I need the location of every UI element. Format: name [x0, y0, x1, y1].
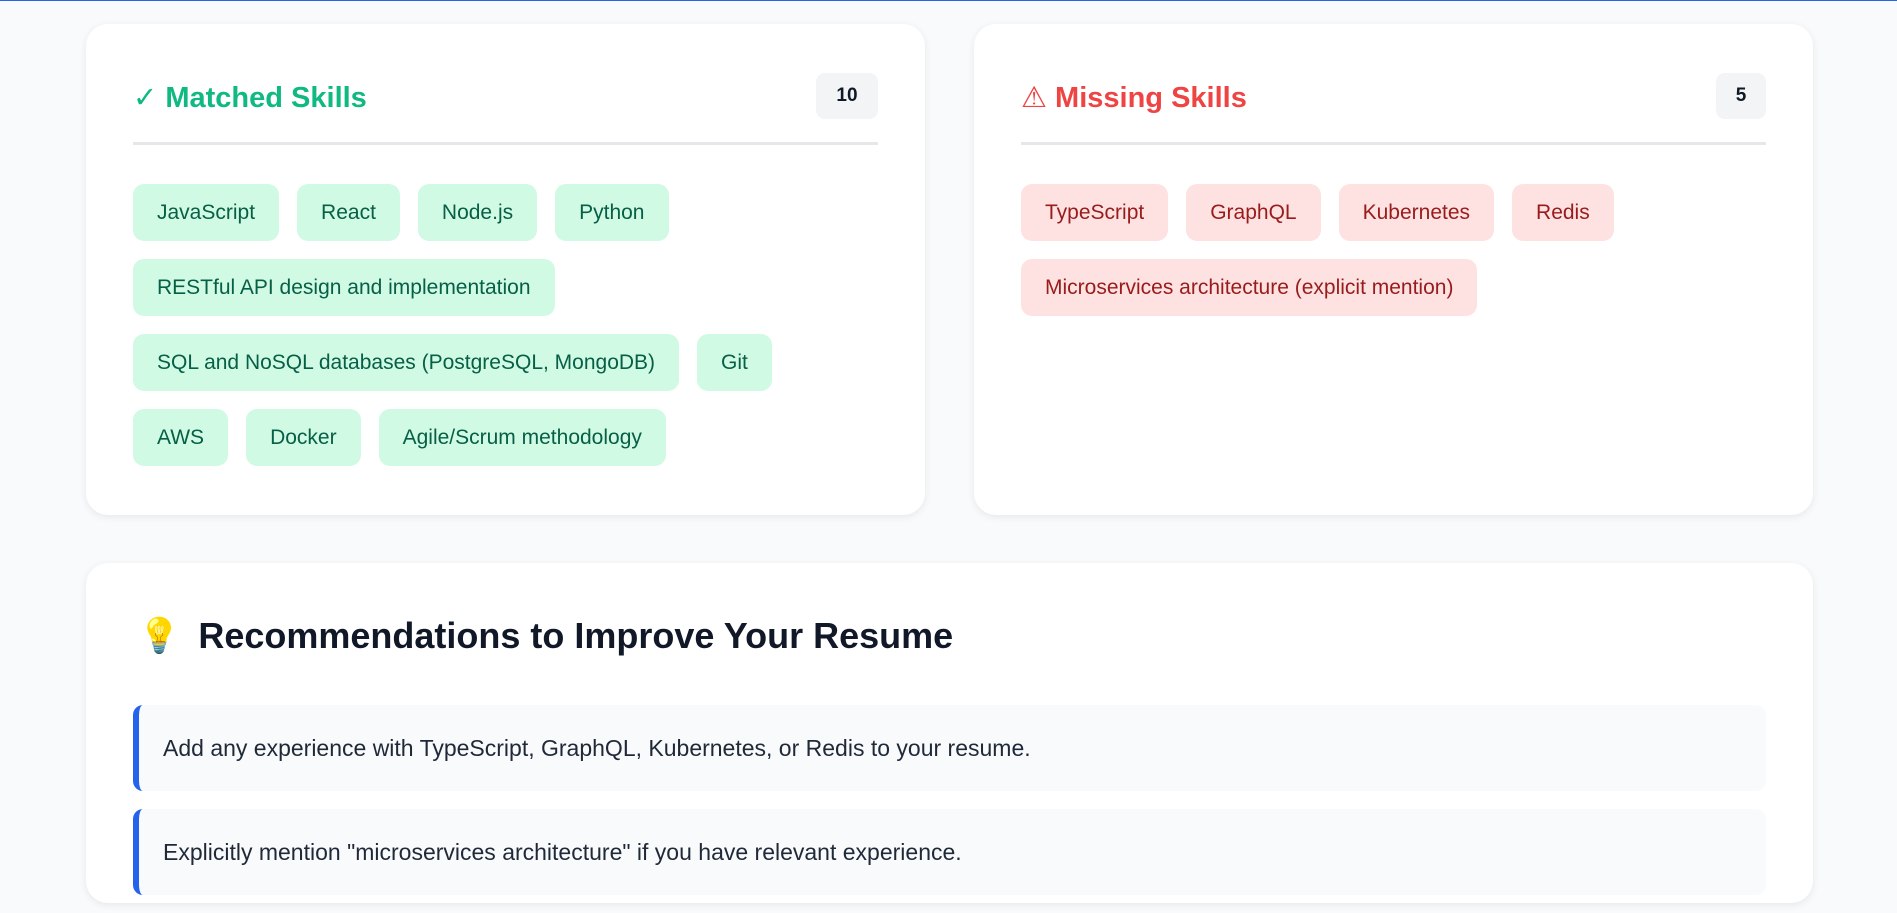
- skill-tag: Agile/Scrum methodology: [378, 409, 666, 466]
- missing-skills-card: ⚠ Missing Skills 5 TypeScript GraphQL Ku…: [974, 24, 1813, 515]
- skill-tag: TypeScript: [1021, 184, 1169, 241]
- skill-tag: Git: [697, 334, 772, 391]
- skill-tag: Redis: [1512, 184, 1614, 241]
- recommendations-heading: 💡 Recommendations to Improve Your Resume: [138, 615, 953, 657]
- skill-tag: Python: [555, 184, 669, 241]
- matched-skills-title: ✓ Matched Skills: [133, 82, 367, 114]
- skill-tag: Node.js: [417, 184, 538, 241]
- lightbulb-icon: 💡: [138, 617, 181, 655]
- missing-skills-title: ⚠ Missing Skills: [1021, 82, 1247, 114]
- missing-skills-header: ⚠ Missing Skills 5: [1021, 24, 1766, 145]
- recommendation-item: Add any experience with TypeScript, Grap…: [133, 705, 1766, 791]
- skill-tag: GraphQL: [1186, 184, 1321, 241]
- top-divider: [0, 0, 1897, 1]
- matched-count-badge: 10: [816, 73, 878, 119]
- skill-tag: SQL and NoSQL databases (PostgreSQL, Mon…: [133, 334, 680, 391]
- missing-count-badge: 5: [1716, 73, 1766, 119]
- skill-tag: Kubernetes: [1338, 184, 1495, 241]
- matched-skills-card: ✓ Matched Skills 10 JavaScript React Nod…: [86, 24, 925, 515]
- recommendations-title: Recommendations to Improve Your Resume: [198, 615, 954, 656]
- skill-tag: React: [297, 184, 400, 241]
- recommendations-card: 💡 Recommendations to Improve Your Resume…: [86, 563, 1813, 903]
- recommendation-item: Explicitly mention "microservices archit…: [133, 809, 1766, 895]
- skill-tag: AWS: [133, 409, 229, 466]
- skill-tag: JavaScript: [133, 184, 280, 241]
- missing-skills-list: TypeScript GraphQL Kubernetes Redis Micr…: [1021, 184, 1766, 316]
- matched-skills-header: ✓ Matched Skills 10: [133, 24, 878, 145]
- matched-skills-list: JavaScript React Node.js Python RESTful …: [133, 184, 878, 466]
- skill-tag: RESTful API design and implementation: [133, 259, 555, 316]
- recommendations-list: Add any experience with TypeScript, Grap…: [133, 705, 1766, 913]
- skill-tag: Docker: [246, 409, 361, 466]
- skill-tag: Microservices architecture (explicit men…: [1021, 259, 1478, 316]
